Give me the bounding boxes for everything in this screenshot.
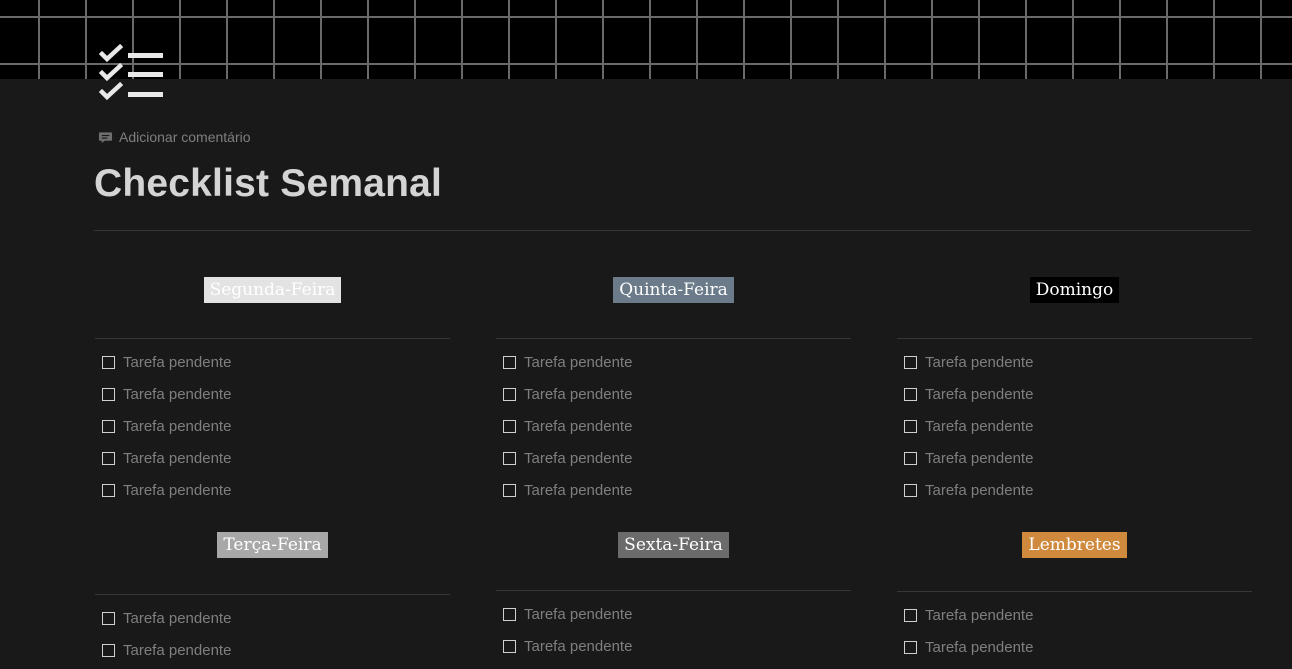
todo-item: Tarefa pendente bbox=[503, 446, 632, 470]
todo-checkbox[interactable] bbox=[102, 611, 115, 625]
todo-item: Tarefa pendente bbox=[102, 478, 231, 502]
todo-checkbox[interactable] bbox=[503, 607, 516, 621]
todo-item: Tarefa pendente bbox=[503, 382, 632, 406]
todo-label[interactable]: Tarefa pendente bbox=[925, 482, 1033, 499]
todo-item: Tarefa pendente bbox=[904, 446, 1033, 470]
todo-item: Tarefa pendente bbox=[904, 350, 1033, 374]
todo-item: Tarefa pendente bbox=[102, 414, 231, 438]
day-tag[interactable]: Terça-Feira bbox=[217, 532, 328, 558]
todo-item: Tarefa pendente bbox=[102, 350, 231, 374]
todo-label[interactable]: Tarefa pendente bbox=[925, 639, 1033, 656]
column-header: Lembretes bbox=[897, 532, 1252, 558]
todo-checkbox[interactable] bbox=[904, 355, 917, 369]
column-header: Terça-Feira bbox=[95, 532, 450, 558]
todo-item: Tarefa pendente bbox=[503, 602, 632, 626]
column-divider bbox=[95, 594, 450, 595]
todo-label[interactable]: Tarefa pendente bbox=[524, 418, 632, 435]
column-header: Sexta-Feira bbox=[496, 532, 851, 558]
todo-label[interactable]: Tarefa pendente bbox=[123, 610, 231, 627]
todo-checkbox[interactable] bbox=[102, 419, 115, 433]
day-tag[interactable]: Quinta-Feira bbox=[613, 277, 734, 303]
todo-label[interactable]: Tarefa pendente bbox=[123, 450, 231, 467]
todo-label[interactable]: Tarefa pendente bbox=[123, 642, 231, 659]
todo-label[interactable]: Tarefa pendente bbox=[123, 418, 231, 435]
todo-label[interactable]: Tarefa pendente bbox=[123, 386, 231, 403]
todo-label[interactable]: Tarefa pendente bbox=[524, 606, 632, 623]
todo-checkbox[interactable] bbox=[503, 387, 516, 401]
todo-checkbox[interactable] bbox=[102, 355, 115, 369]
todo-label[interactable]: Tarefa pendente bbox=[524, 482, 632, 499]
add-comment-button[interactable]: Adicionar comentário bbox=[98, 128, 251, 146]
todo-checkbox[interactable] bbox=[904, 608, 917, 622]
column-divider bbox=[496, 338, 851, 339]
title-divider bbox=[94, 230, 1251, 231]
todo-item: Tarefa pendente bbox=[904, 635, 1033, 659]
comment-icon bbox=[98, 131, 113, 143]
column-divider bbox=[897, 338, 1252, 339]
day-tag[interactable]: Lembretes bbox=[1022, 532, 1127, 558]
todo-item: Tarefa pendente bbox=[904, 603, 1033, 627]
todo-label[interactable]: Tarefa pendente bbox=[524, 354, 632, 371]
todo-item: Tarefa pendente bbox=[102, 382, 231, 406]
todo-item: Tarefa pendente bbox=[904, 382, 1033, 406]
todo-item: Tarefa pendente bbox=[503, 350, 632, 374]
column-divider bbox=[95, 338, 450, 339]
todo-label[interactable]: Tarefa pendente bbox=[925, 418, 1033, 435]
todo-checkbox[interactable] bbox=[904, 419, 917, 433]
day-tag[interactable]: Sexta-Feira bbox=[618, 532, 729, 558]
todo-checkbox[interactable] bbox=[102, 387, 115, 401]
todo-item: Tarefa pendente bbox=[904, 478, 1033, 502]
todo-checkbox[interactable] bbox=[102, 483, 115, 497]
column-divider bbox=[897, 591, 1252, 592]
column-header: Segunda-Feira bbox=[95, 277, 450, 303]
todo-label[interactable]: Tarefa pendente bbox=[123, 482, 231, 499]
todo-item: Tarefa pendente bbox=[102, 446, 231, 470]
todo-checkbox[interactable] bbox=[904, 640, 917, 654]
add-comment-label: Adicionar comentário bbox=[119, 129, 251, 145]
todo-checkbox[interactable] bbox=[904, 387, 917, 401]
todo-checkbox[interactable] bbox=[503, 355, 516, 369]
page-title[interactable]: Checklist Semanal bbox=[94, 160, 442, 208]
day-tag[interactable]: Segunda-Feira bbox=[203, 277, 342, 303]
column-header: Domingo bbox=[897, 277, 1252, 303]
todo-label[interactable]: Tarefa pendente bbox=[524, 386, 632, 403]
page-cover bbox=[0, 0, 1292, 79]
todo-label[interactable]: Tarefa pendente bbox=[123, 354, 231, 371]
todo-label[interactable]: Tarefa pendente bbox=[925, 607, 1033, 624]
todo-checkbox[interactable] bbox=[503, 639, 516, 653]
column-divider bbox=[496, 590, 851, 591]
todo-checkbox[interactable] bbox=[503, 451, 516, 465]
todo-checkbox[interactable] bbox=[503, 419, 516, 433]
todo-label[interactable]: Tarefa pendente bbox=[925, 354, 1033, 371]
todo-checkbox[interactable] bbox=[904, 451, 917, 465]
todo-label[interactable]: Tarefa pendente bbox=[524, 638, 632, 655]
todo-label[interactable]: Tarefa pendente bbox=[524, 450, 632, 467]
todo-checkbox[interactable] bbox=[102, 451, 115, 465]
column-header: Quinta-Feira bbox=[496, 277, 851, 303]
day-tag[interactable]: Domingo bbox=[1029, 277, 1120, 303]
todo-checkbox[interactable] bbox=[102, 643, 115, 657]
todo-label[interactable]: Tarefa pendente bbox=[925, 450, 1033, 467]
todo-item: Tarefa pendente bbox=[503, 478, 632, 502]
todo-item: Tarefa pendente bbox=[503, 634, 632, 658]
checklist-icon[interactable] bbox=[98, 43, 166, 104]
todo-label[interactable]: Tarefa pendente bbox=[925, 386, 1033, 403]
todo-checkbox[interactable] bbox=[503, 483, 516, 497]
todo-item: Tarefa pendente bbox=[904, 414, 1033, 438]
todo-item: Tarefa pendente bbox=[102, 638, 231, 662]
todo-item: Tarefa pendente bbox=[503, 414, 632, 438]
todo-checkbox[interactable] bbox=[904, 483, 917, 497]
todo-item: Tarefa pendente bbox=[102, 606, 231, 630]
